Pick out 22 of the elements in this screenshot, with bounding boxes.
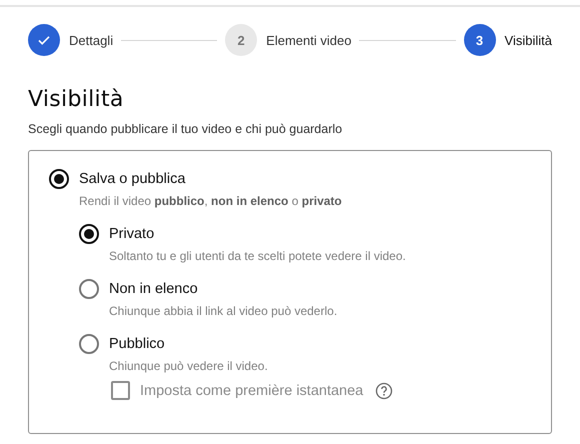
radio-button[interactable] (79, 279, 99, 299)
step-label: Visibilità (504, 32, 552, 48)
checkbox-label: Imposta come première istantanea (140, 382, 364, 398)
step-circle[interactable]: 2 (225, 24, 258, 56)
help-icon (375, 382, 394, 400)
section-subtitle: Scegli quando pubblicare il tuo video e chi può guardarlo (28, 122, 344, 136)
option-description: Rendi il video pubblico, non in elenco o privato (79, 194, 343, 208)
radio-button[interactable] (49, 169, 69, 189)
option-description: Soltanto tu e gli utenti da te scelti potete vedere il video. (109, 249, 407, 263)
step-circle[interactable]: 3 (464, 24, 496, 56)
radio-button[interactable] (79, 334, 99, 354)
option-label: Non in elenco (109, 281, 198, 297)
option-label: Privato (109, 226, 154, 242)
step-circle[interactable] (28, 24, 60, 56)
radio-button[interactable] (79, 224, 99, 244)
option-description: Chiunque abbia il link al video può vederlo. (109, 304, 338, 318)
section-title: Visibilità (28, 87, 125, 112)
option-description: Chiunque può vedere il video. (109, 359, 269, 373)
option-label: Pubblico (109, 336, 165, 352)
step-label: Dettagli (69, 32, 114, 48)
step-label: Elementi video (266, 32, 352, 48)
option-label: Salva o pubblica (79, 171, 186, 187)
